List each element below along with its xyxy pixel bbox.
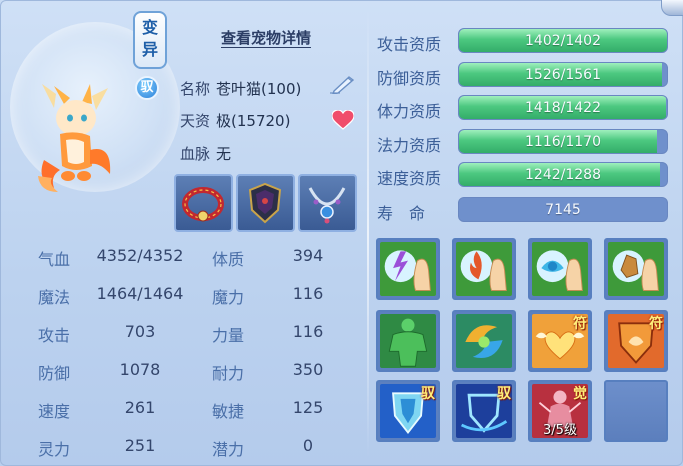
stat-label-endurance: 耐力 [212, 364, 245, 383]
stat-label-potential: 潜力 [212, 440, 245, 459]
stat-label-mp: 魔法 [38, 288, 71, 307]
mutation-char-2: 异 [141, 40, 158, 59]
stat-label-defense: 防御 [38, 364, 71, 383]
jewel-necklace-icon [308, 187, 346, 224]
skill-slot-6[interactable] [452, 310, 516, 372]
view-pet-details-link[interactable]: 查看宠物详情 [221, 29, 312, 48]
green-strongman-icon [380, 314, 436, 369]
pet-talent-row: 天资 极(15720) [180, 110, 290, 131]
skill-slot-2[interactable] [452, 238, 516, 300]
skill-slot-8[interactable]: 符 [604, 310, 668, 372]
stat-value-magic-power: 116 [292, 284, 324, 303]
stat-value-mp: 1464/1464 [96, 284, 184, 303]
talent-value: 极(15720) [216, 112, 291, 130]
aptitude-bar-mana: 1116/1170 [458, 129, 668, 154]
stat-value-endurance: 350 [292, 360, 324, 379]
aptitude-bar-stamina: 1418/1422 [458, 95, 668, 120]
aptitude-bar-defense: 1526/1561 [458, 62, 668, 87]
name-label: 名称 [180, 80, 211, 98]
aptitude-label-attack: 攻击资质 [377, 35, 442, 54]
skill-slot-11[interactable]: 觉 3/5级 [528, 380, 592, 442]
skill-8-tag: 符 [649, 316, 663, 332]
lifespan-label: 寿 命 [377, 204, 426, 223]
bloodline-label: 血脉 [180, 145, 211, 163]
mutation-badge: 变 异 [133, 11, 167, 69]
skill-slot-5[interactable] [376, 310, 440, 372]
aptitude-label-stamina: 体力资质 [377, 102, 442, 121]
stat-label-speed: 速度 [38, 402, 71, 421]
red-collar-icon [182, 187, 224, 222]
skill-slot-empty[interactable] [604, 380, 668, 442]
pet-bloodline-row: 血脉无 [180, 143, 231, 164]
rename-pen-icon[interactable] [330, 74, 356, 94]
aptitude-bar-speed: 1242/1288 [458, 162, 668, 187]
stat-value-spirit: 251 [124, 436, 156, 455]
pet-name-row: 名称 苍叶猫(100) [180, 78, 301, 99]
equip-slot-3[interactable] [298, 174, 357, 232]
lightning-hand-icon [380, 242, 436, 297]
stat-label-hp: 气血 [38, 250, 71, 269]
fire-hand-icon [456, 242, 512, 297]
aptitude-value-attack: 1402/1402 [525, 33, 601, 49]
swirl-elements-icon [456, 314, 512, 369]
skill-slot-7[interactable]: 符 [528, 310, 592, 372]
skill-10-tag: 驭 [497, 386, 511, 402]
earth-hand-icon [608, 242, 664, 297]
aptitude-value-defense: 1526/1561 [525, 67, 601, 83]
panel-divider [367, 8, 369, 458]
skill-slot-3[interactable] [528, 238, 592, 300]
stat-value-defense: 1078 [119, 360, 161, 379]
dark-armor-icon [248, 182, 282, 224]
stat-label-magic-power: 魔力 [212, 288, 245, 307]
skill-9-tag: 驭 [421, 386, 435, 402]
stat-value-hp: 4352/4352 [96, 246, 184, 265]
tamed-badge: 驭 [135, 76, 159, 100]
favorite-heart-icon[interactable] [332, 110, 354, 130]
name-value: 苍叶猫(100) [216, 80, 302, 98]
skill-slot-4[interactable] [604, 238, 668, 300]
water-hand-icon [532, 242, 588, 297]
aptitude-label-speed: 速度资质 [377, 169, 442, 188]
stat-label-spirit: 灵力 [38, 440, 71, 459]
stat-value-constitution: 394 [292, 246, 324, 265]
skill-11-tag: 觉 [573, 386, 587, 402]
aptitude-value-speed: 1242/1288 [525, 167, 601, 183]
aptitude-value-mana: 1116/1170 [525, 134, 601, 150]
skill-11-level: 3/5级 [543, 423, 577, 438]
stat-label-agility: 敏捷 [212, 402, 245, 421]
lifespan-value: 7145 [545, 202, 581, 218]
close-tab[interactable] [661, 0, 683, 16]
aptitude-label-mana: 法力资质 [377, 136, 442, 155]
stat-value-strength: 116 [292, 322, 324, 341]
lifespan-bar: 7145 [458, 197, 668, 222]
stat-label-strength: 力量 [212, 326, 245, 345]
talent-label: 天资 [180, 112, 211, 130]
aptitude-bar-attack: 1402/1402 [458, 28, 668, 53]
bloodline-value: 无 [216, 145, 232, 163]
aptitude-label-defense: 防御资质 [377, 69, 442, 88]
skill-slot-10[interactable]: 驭 [452, 380, 516, 442]
stat-label-attack: 攻击 [38, 326, 71, 345]
stat-value-speed: 261 [124, 398, 156, 417]
stat-label-constitution: 体质 [212, 250, 245, 269]
equip-slot-2[interactable] [236, 174, 295, 232]
mutation-char-1: 变 [141, 18, 158, 37]
pet-image [38, 84, 111, 192]
skill-slot-9[interactable]: 驭 [376, 380, 440, 442]
stat-value-potential: 0 [302, 436, 314, 455]
stat-value-agility: 125 [292, 398, 324, 417]
skill-7-tag: 符 [573, 316, 587, 332]
equip-slot-1[interactable] [174, 174, 233, 232]
aptitude-value-stamina: 1418/1422 [525, 100, 601, 116]
stat-value-attack: 703 [124, 322, 156, 341]
skill-slot-1[interactable] [376, 238, 440, 300]
